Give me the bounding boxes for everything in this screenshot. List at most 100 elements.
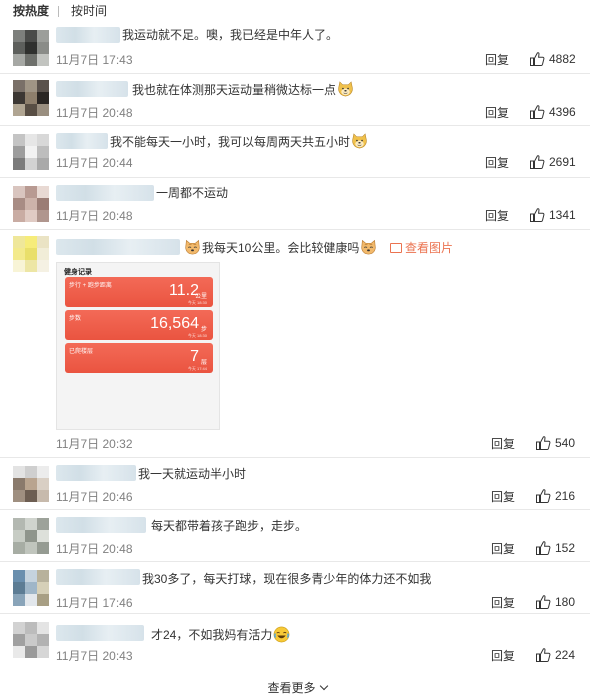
username-blurred[interactable] [56, 185, 154, 201]
avatar[interactable] [13, 622, 49, 658]
laugh-cry-emoji-icon [274, 626, 290, 643]
avatar[interactable] [13, 134, 49, 170]
like-count: 540 [555, 436, 576, 450]
comment-time: 11月7日 20:32 [56, 437, 133, 451]
card-label: 已爬楼层 [69, 349, 94, 355]
floors-card: 已爬楼层 7 层 今天 17:44 [65, 343, 213, 373]
like-count: 180 [555, 595, 576, 609]
like-button[interactable]: 1341 [529, 207, 589, 223]
comment-text: 我一天就运动半小时 [138, 467, 247, 481]
sort-bar: 按热度 按时间 [0, 0, 594, 22]
thumbs-up-icon [530, 52, 545, 66]
thumbs-up-icon [536, 648, 551, 662]
distance-card: 步行 + 跑步距离 11.2 公里 今天 18:30 [65, 277, 213, 307]
card-time: 今天 18:30 [187, 300, 207, 305]
comment-text: 我也就在体测那天运动量稍微达标一点 [132, 81, 355, 98]
comment-item: 才24，不如我妈有活力 11月7日 20:43 回复 224 [0, 614, 590, 672]
comment-time: 11月7日 20:48 [56, 106, 133, 120]
username-blurred[interactable] [56, 133, 108, 149]
like-button[interactable]: 180 [535, 594, 590, 610]
comment-time: 11月7日 20:48 [56, 542, 133, 556]
card-time: 今天 17:44 [187, 366, 207, 371]
username-blurred[interactable] [56, 517, 146, 533]
card-unit: 步 [200, 327, 207, 333]
health-title: 健身记录 [64, 269, 92, 276]
like-count: 4882 [549, 52, 576, 66]
reply-button[interactable]: 回复 [491, 490, 515, 504]
comment-time: 11月7日 20:48 [56, 209, 133, 223]
card-label: 步行 + 跑步距离 [69, 283, 112, 289]
comment-item: 每天都带着孩子跑步，走步。 11月7日 20:48 回复 152 [0, 510, 590, 562]
view-more-button[interactable]: 查看更多 [0, 680, 594, 696]
comment-time: 11月7日 20:43 [56, 649, 133, 663]
avatar[interactable] [13, 30, 49, 66]
steps-card: 步数 16,564 步 今天 18:30 [65, 310, 213, 340]
comment-image[interactable]: 健身记录 步行 + 跑步距离 11.2 公里 今天 18:30 步数 16,56… [56, 262, 220, 430]
like-button[interactable]: 2691 [529, 154, 589, 170]
reply-button[interactable]: 回复 [485, 209, 509, 223]
comment-text: 一周都不运动 [156, 186, 229, 200]
thumbs-up-icon [530, 105, 545, 119]
comment-text: 我30多了，每天打球，现在很多青少年的体力还不如我 [142, 572, 432, 586]
avatar[interactable] [13, 518, 49, 554]
reply-button[interactable]: 回复 [485, 106, 509, 120]
card-value: 7 [190, 348, 199, 365]
sort-divider [58, 6, 59, 17]
like-button[interactable]: 152 [535, 540, 590, 556]
comment-time: 11月7日 20:44 [56, 156, 133, 170]
comment-item: 我也就在体测那天运动量稍微达标一点 11月7日 20:48 回复 4396 [0, 74, 590, 126]
avatar[interactable] [13, 570, 49, 606]
comment-item: 一周都不运动 11月7日 20:48 回复 1341 [0, 178, 590, 230]
comment-text: 我不能每天一小时，我可以每周两天共五小时 [110, 133, 369, 150]
card-label: 步数 [69, 316, 82, 322]
reply-button[interactable]: 回复 [485, 53, 509, 67]
like-button[interactable]: 4882 [529, 51, 589, 67]
view-more-label: 查看更多 [267, 681, 316, 695]
sort-by-time-tab[interactable]: 按时间 [71, 0, 107, 22]
avatar[interactable] [13, 236, 49, 272]
image-icon [390, 243, 402, 253]
card-value: 16,564 [150, 315, 199, 332]
thumbs-up-icon [536, 595, 551, 609]
like-button[interactable]: 4396 [529, 104, 589, 120]
username-blurred[interactable] [56, 465, 136, 481]
username-blurred[interactable] [56, 569, 140, 585]
card-unit: 公里 [194, 294, 207, 300]
thumbs-up-icon [536, 489, 551, 503]
like-button[interactable]: 224 [535, 647, 590, 663]
avatar[interactable] [13, 186, 49, 222]
like-count: 152 [555, 541, 576, 555]
username-blurred[interactable] [56, 239, 180, 255]
thumbs-up-icon [536, 436, 551, 450]
thumbs-up-icon [530, 208, 545, 222]
avatar[interactable] [13, 466, 49, 502]
sort-by-hot-tab[interactable]: 按热度 [13, 0, 49, 22]
like-button[interactable]: 216 [535, 488, 590, 504]
comment-time: 11月7日 17:43 [56, 53, 133, 67]
thumbs-up-icon [530, 155, 545, 169]
comment-text: 我每天10公里。会比较健康吗 [183, 239, 378, 256]
like-count: 224 [555, 648, 576, 662]
comment-text: 才24，不如我妈有活力 [151, 626, 291, 643]
reply-button[interactable]: 回复 [491, 542, 515, 556]
doge-emoji-icon [338, 81, 353, 97]
comment-item: 我不能每天一小时，我可以每周两天共五小时 11月7日 20:44 回复 2691 [0, 126, 590, 178]
thumbs-up-icon [536, 541, 551, 555]
comment-time: 11月7日 17:46 [56, 596, 133, 610]
username-blurred[interactable] [56, 27, 120, 43]
card-unit: 层 [200, 360, 207, 366]
comment-text: 每天都带着孩子跑步，走步。 [151, 519, 308, 533]
reply-button[interactable]: 回复 [491, 596, 515, 610]
like-count: 216 [555, 489, 576, 503]
view-image-link[interactable]: 查看图片 [390, 240, 453, 256]
comment-item: 我一天就运动半小时 11月7日 20:46 回复 216 [0, 458, 590, 510]
reply-button[interactable]: 回复 [491, 649, 515, 663]
reply-button[interactable]: 回复 [485, 156, 509, 170]
reply-button[interactable]: 回复 [491, 437, 515, 451]
username-blurred[interactable] [56, 625, 144, 641]
username-blurred[interactable] [56, 81, 128, 97]
like-count: 1341 [549, 208, 576, 222]
avatar[interactable] [13, 80, 49, 116]
like-count: 4396 [549, 105, 576, 119]
like-button[interactable]: 540 [535, 435, 590, 451]
